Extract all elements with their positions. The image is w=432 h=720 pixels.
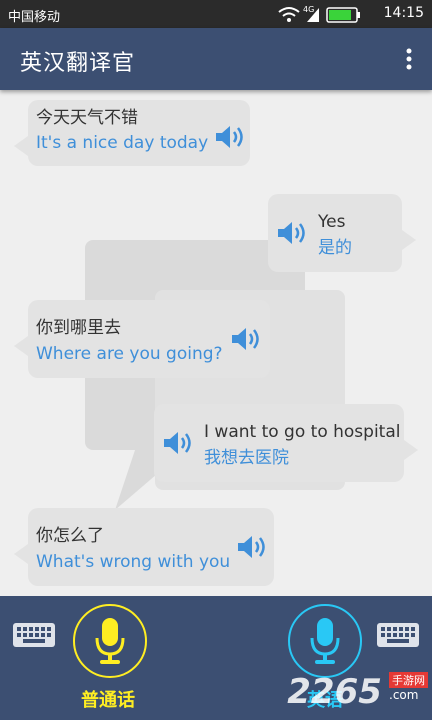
speaker-icon[interactable] xyxy=(276,220,308,246)
watermark-sub: 手游网 xyxy=(389,672,428,688)
message-source: 今天天气不错 xyxy=(36,108,138,128)
network-type: 4G xyxy=(303,5,314,14)
message-source: 你怎么了 xyxy=(36,526,104,546)
message-source: I want to go to hospital xyxy=(204,422,401,442)
clock: 14:15 xyxy=(383,5,424,21)
message-bubble: 你到哪里去 Where are you going? xyxy=(14,300,270,378)
message-bubble: I want to go to hospital 我想去医院 xyxy=(154,404,418,482)
carrier-name: 中国移动 xyxy=(8,10,61,25)
site-watermark: 2265 手游网 .com xyxy=(287,672,428,712)
message-translation: It's a nice day today xyxy=(36,133,209,153)
microphone-icon xyxy=(310,618,340,664)
message-translation: What's wrong with you xyxy=(36,552,231,572)
keyboard-icon[interactable] xyxy=(376,622,420,648)
status-bar: 中国移动 4G 14:15 xyxy=(0,0,432,28)
watermark-domain: .com xyxy=(389,688,419,702)
mandarin-mic-button[interactable] xyxy=(73,604,147,678)
wifi-icon xyxy=(278,7,300,17)
microphone-icon xyxy=(95,618,125,664)
message-bubble: Yes 是的 xyxy=(268,194,416,272)
message-translation: Where are you going? xyxy=(36,344,223,364)
message-source: Yes xyxy=(318,212,346,232)
speaker-icon[interactable] xyxy=(162,430,194,456)
english-mic-button[interactable] xyxy=(288,604,362,678)
system-icons: 4G xyxy=(278,5,360,23)
message-bubble: 你怎么了 What's wrong with you xyxy=(14,508,274,586)
conversation-area[interactable]: 今天天气不错 It's a nice day today Yes 是的 你到哪里… xyxy=(0,90,432,596)
app-title: 英汉翻译官 xyxy=(20,51,136,76)
message-translation: 是的 xyxy=(318,238,352,258)
more-vert-icon[interactable] xyxy=(404,48,414,70)
message-source: 你到哪里去 xyxy=(36,318,121,338)
speaker-icon[interactable] xyxy=(230,326,262,352)
app-bar: 英汉翻译官 xyxy=(0,28,432,90)
message-translation: 我想去医院 xyxy=(204,448,289,468)
bottom-input-bar: 普通话 英语 2265 手游网 .com xyxy=(0,596,432,720)
keyboard-icon[interactable] xyxy=(12,622,56,648)
speaker-icon[interactable] xyxy=(214,124,246,150)
mandarin-label: 普通话 xyxy=(81,690,135,711)
message-bubble: 今天天气不错 It's a nice day today xyxy=(14,100,250,166)
watermark-number: 2265 xyxy=(287,672,382,712)
speaker-icon[interactable] xyxy=(236,534,268,560)
battery-icon xyxy=(326,7,360,23)
